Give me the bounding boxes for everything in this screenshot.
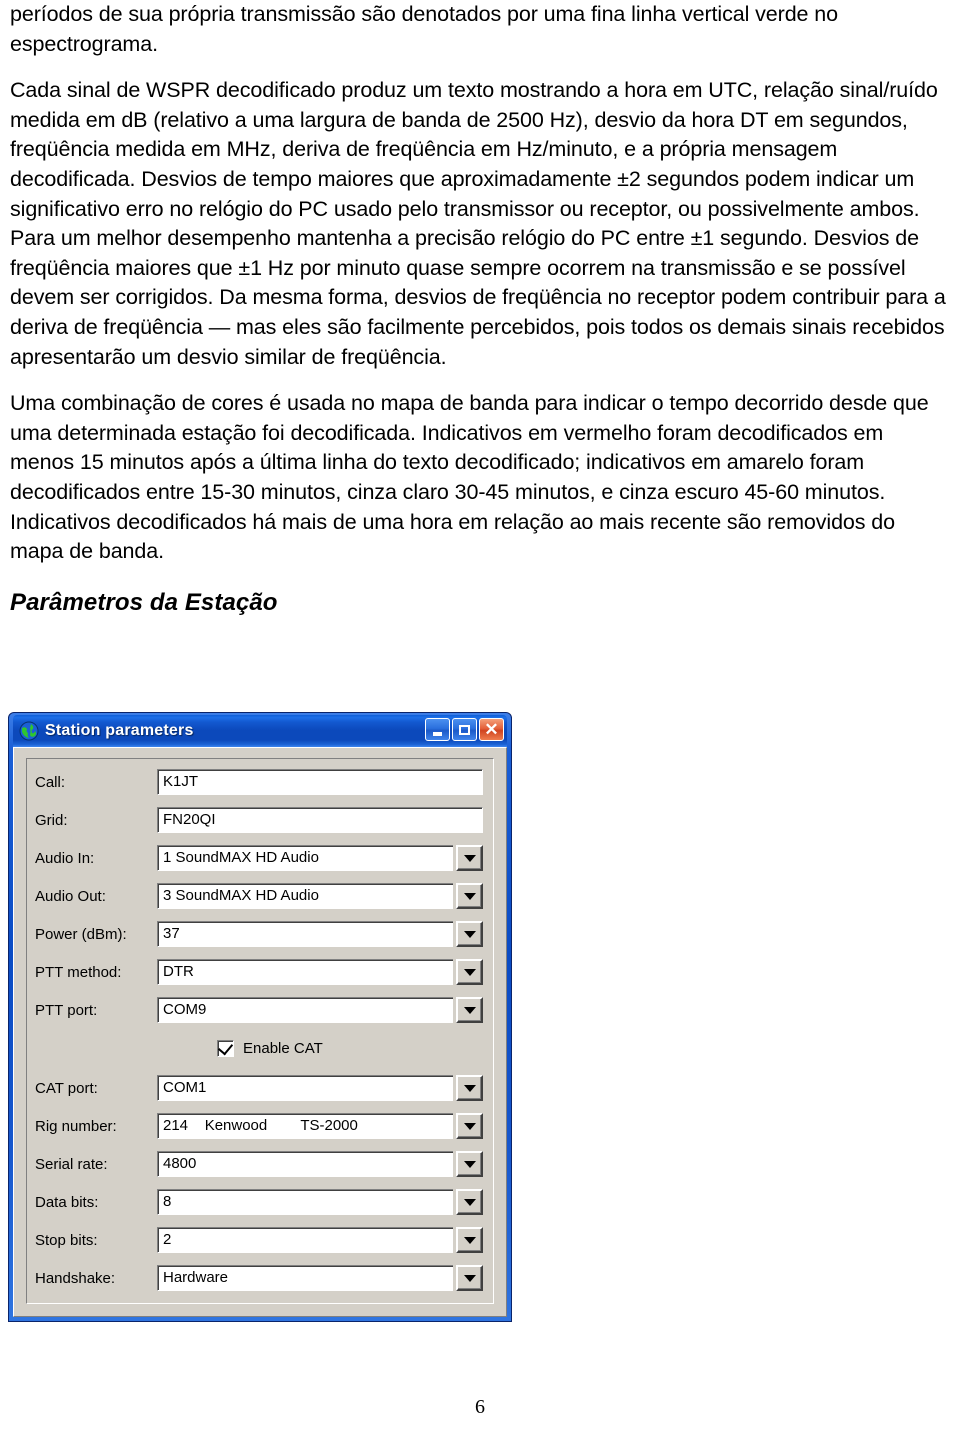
chevron-down-icon <box>463 1160 476 1168</box>
label-ptt-method: PTT method: <box>35 963 122 981</box>
label-audio-out: Audio Out: <box>35 887 106 905</box>
control-data-bits: 8 <box>157 1189 483 1215</box>
label-call: Call: <box>35 773 66 791</box>
label-ptt-port: PTT port: <box>35 1001 98 1019</box>
chevron-down-icon <box>463 892 476 900</box>
grid-input[interactable]: FN20QI <box>157 807 483 833</box>
document-body: períodos de sua própria transmissão são … <box>10 0 950 617</box>
chevron-down-icon <box>463 968 476 976</box>
chevron-down-icon <box>463 1006 476 1014</box>
stop-bits-value[interactable]: 2 <box>157 1227 453 1253</box>
chevron-down-icon <box>463 1236 476 1244</box>
field-row-stop-bits: Stop bits: 2 <box>35 1225 483 1255</box>
ptt-port-value[interactable]: COM9 <box>157 997 453 1023</box>
label-serial-rate: Serial rate: <box>35 1155 108 1173</box>
titlebar-buttons: ✕ <box>425 718 504 741</box>
control-ptt-port: COM9 <box>157 997 483 1023</box>
paragraph-1: períodos de sua própria transmissão são … <box>10 2 839 56</box>
chevron-down-icon <box>463 1198 476 1206</box>
control-power: 37 <box>157 921 483 947</box>
handshake-dropdown-button[interactable] <box>456 1265 483 1291</box>
chevron-down-icon <box>463 930 476 938</box>
control-handshake: Hardware <box>157 1265 483 1291</box>
control-cat-port: COM1 <box>157 1075 483 1101</box>
field-row-audio-in: Audio In: 1 SoundMAX HD Audio <box>35 843 483 873</box>
paragraph-3: Uma combinação de cores é usada no mapa … <box>10 391 929 564</box>
handshake-value[interactable]: Hardware <box>157 1265 453 1291</box>
field-row-handshake: Handshake: Hardware <box>35 1263 483 1293</box>
control-stop-bits: 2 <box>157 1227 483 1253</box>
label-audio-in: Audio In: <box>35 849 95 867</box>
close-button[interactable]: ✕ <box>479 718 504 741</box>
enable-cat-row: Enable CAT <box>35 1033 483 1063</box>
ptt-method-value[interactable]: DTR <box>157 959 453 985</box>
rig-number-dropdown-button[interactable] <box>456 1113 483 1139</box>
rig-number-value[interactable]: 214 Kenwood TS-2000 <box>157 1113 453 1139</box>
close-icon: ✕ <box>484 720 499 739</box>
field-row-call: Call: K1JT <box>35 767 483 797</box>
control-audio-out: 3 SoundMAX HD Audio <box>157 883 483 909</box>
field-row-grid: Grid: FN20QI <box>35 805 483 835</box>
globe-icon <box>19 721 39 741</box>
stop-bits-dropdown-button[interactable] <box>456 1227 483 1253</box>
dialog-client-area: Call: K1JT Grid: FN20QI Audio In: 1 Soun… <box>13 747 507 1317</box>
dialog-title: Station parameters <box>45 722 194 739</box>
field-row-ptt-method: PTT method: DTR <box>35 957 483 987</box>
station-parameters-dialog: Station parameters ✕ Call: K1JT Grid: FN… <box>8 712 512 1322</box>
paragraph-2: Cada sinal de WSPR decodificado produz u… <box>10 78 946 369</box>
field-row-data-bits: Data bits: 8 <box>35 1187 483 1217</box>
audio-in-value[interactable]: 1 SoundMAX HD Audio <box>157 845 453 871</box>
label-stop-bits: Stop bits: <box>35 1231 98 1249</box>
field-row-rig-number: Rig number: 214 Kenwood TS-2000 <box>35 1111 483 1141</box>
page-number: 6 <box>475 1396 485 1418</box>
settings-group: Call: K1JT Grid: FN20QI Audio In: 1 Soun… <box>26 758 494 1304</box>
control-ptt-method: DTR <box>157 959 483 985</box>
label-data-bits: Data bits: <box>35 1193 99 1211</box>
data-bits-dropdown-button[interactable] <box>456 1189 483 1215</box>
control-audio-in: 1 SoundMAX HD Audio <box>157 845 483 871</box>
control-call: K1JT <box>157 769 483 795</box>
audio-in-dropdown-button[interactable] <box>456 845 483 871</box>
serial-rate-value[interactable]: 4800 <box>157 1151 453 1177</box>
maximize-button[interactable] <box>452 718 477 741</box>
ptt-method-dropdown-button[interactable] <box>456 959 483 985</box>
chevron-down-icon <box>463 1122 476 1130</box>
audio-out-dropdown-button[interactable] <box>456 883 483 909</box>
control-serial-rate: 4800 <box>157 1151 483 1177</box>
label-rig-number: Rig number: <box>35 1117 117 1135</box>
field-row-audio-out: Audio Out: 3 SoundMAX HD Audio <box>35 881 483 911</box>
cat-port-dropdown-button[interactable] <box>456 1075 483 1101</box>
chevron-down-icon <box>463 1274 476 1282</box>
chevron-down-icon <box>463 854 476 862</box>
label-handshake: Handshake: <box>35 1269 116 1287</box>
serial-rate-dropdown-button[interactable] <box>456 1151 483 1177</box>
call-input[interactable]: K1JT <box>157 769 483 795</box>
field-row-ptt-port: PTT port: COM9 <box>35 995 483 1025</box>
field-row-power: Power (dBm): 37 <box>35 919 483 949</box>
dialog-titlebar[interactable]: Station parameters ✕ <box>13 715 507 747</box>
control-grid: FN20QI <box>157 807 483 833</box>
cat-port-value[interactable]: COM1 <box>157 1075 453 1101</box>
control-rig-number: 214 Kenwood TS-2000 <box>157 1113 483 1139</box>
enable-cat-checkbox[interactable] <box>217 1039 234 1057</box>
power-value[interactable]: 37 <box>157 921 453 947</box>
minimize-icon <box>433 731 442 736</box>
label-power: Power (dBm): <box>35 925 127 943</box>
audio-out-value[interactable]: 3 SoundMAX HD Audio <box>157 883 453 909</box>
data-bits-value[interactable]: 8 <box>157 1189 453 1215</box>
check-icon <box>217 1039 234 1055</box>
maximize-icon <box>459 724 470 735</box>
field-row-serial-rate: Serial rate: 4800 <box>35 1149 483 1179</box>
section-heading: Parâmetros da Estação <box>10 588 278 616</box>
chevron-down-icon <box>463 1084 476 1092</box>
label-cat-port: CAT port: <box>35 1079 98 1097</box>
power-dropdown-button[interactable] <box>456 921 483 947</box>
label-grid: Grid: <box>35 811 68 829</box>
enable-cat-label: Enable CAT <box>243 1039 323 1057</box>
minimize-button[interactable] <box>425 718 450 741</box>
ptt-port-dropdown-button[interactable] <box>456 997 483 1023</box>
field-row-cat-port: CAT port: COM1 <box>35 1073 483 1103</box>
